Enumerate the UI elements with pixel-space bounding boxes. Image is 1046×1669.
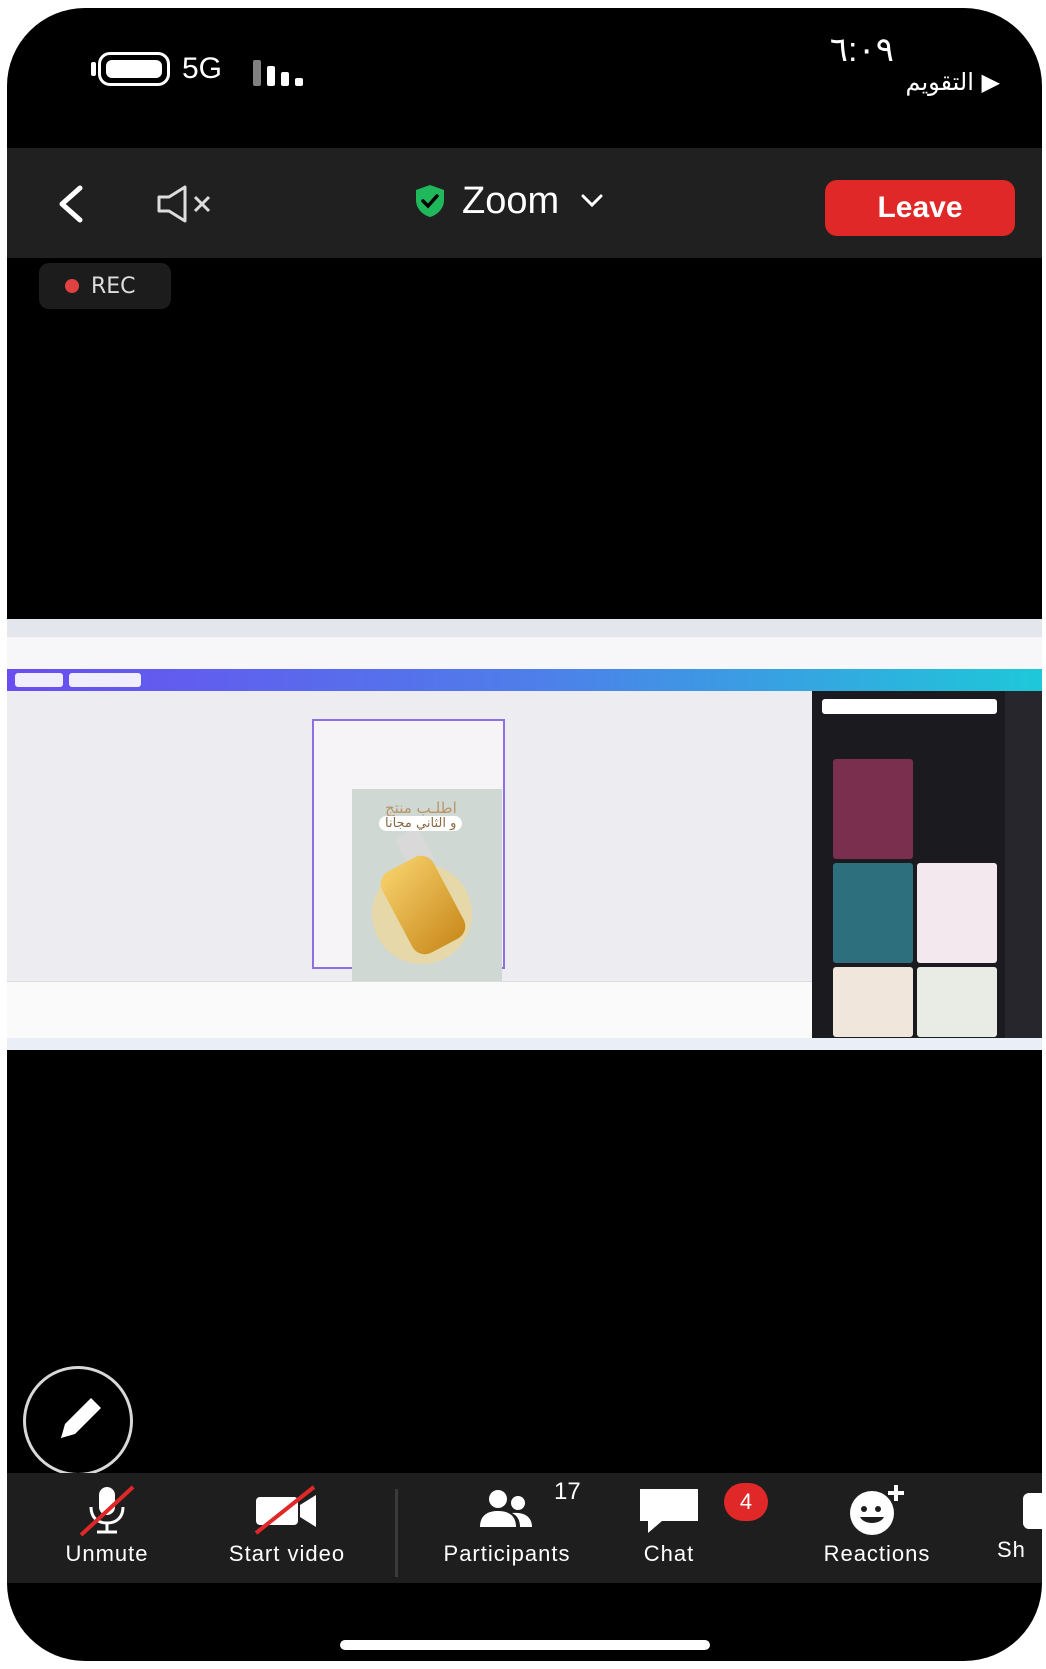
reactions-label: Reactions — [823, 1541, 931, 1566]
leave-button[interactable]: Leave — [825, 180, 1015, 236]
template-thumbnail — [917, 863, 997, 963]
poster-subheadline: و الثاني مجانا — [379, 816, 463, 831]
recording-label: REC — [91, 273, 136, 299]
participants-count: 17 — [554, 1478, 581, 1505]
recording-indicator: REC — [39, 263, 171, 309]
browser-tab-strip — [7, 619, 1042, 638]
battery-tip — [91, 62, 96, 76]
browser-bookmarks-bar — [7, 655, 1042, 670]
reactions-button[interactable]: Reactions — [797, 1483, 957, 1567]
annotate-button[interactable] — [23, 1366, 133, 1476]
network-type: 5G — [182, 52, 223, 85]
status-bar: 5G ٦:٠٩ ▶ التقويم — [7, 8, 1042, 138]
pencil-icon — [61, 1398, 101, 1438]
meeting-title-label: Zoom — [462, 179, 560, 222]
meeting-toolbar: Unmute Start video Participants Chat Rea… — [7, 1473, 1042, 1583]
chat-button[interactable]: Chat — [619, 1483, 719, 1567]
play-arrow-icon: ▶ — [981, 68, 1000, 96]
editor-print-button — [69, 673, 141, 687]
unmute-button[interactable]: Unmute — [47, 1483, 167, 1567]
toolbar-divider — [395, 1489, 398, 1577]
templates-search-box — [822, 699, 997, 714]
start-video-button[interactable]: Start video — [207, 1483, 367, 1567]
browser-address-bar — [7, 637, 1042, 655]
chat-label: Chat — [643, 1541, 695, 1566]
clock: ٦:٠٩ — [829, 31, 894, 69]
template-thumbnail — [833, 863, 913, 963]
shared-screen[interactable]: اطلـب منتج و الثاني مجانا — [7, 619, 1042, 1050]
share-icon — [1023, 1493, 1042, 1529]
template-thumbnail — [833, 967, 913, 1037]
start-video-label: Start video — [228, 1541, 346, 1566]
security-shield-icon — [416, 185, 444, 217]
back-to-app-label: التقويم — [905, 68, 974, 96]
battery-icon — [98, 52, 170, 86]
home-indicator[interactable] — [340, 1640, 710, 1650]
video-off-icon — [254, 1485, 316, 1535]
record-dot-icon — [65, 279, 79, 293]
chat-icon — [640, 1489, 698, 1533]
back-chevron-icon[interactable] — [52, 184, 92, 224]
meeting-title[interactable]: Zoom — [412, 176, 603, 226]
share-label: Sh — [997, 1537, 1026, 1562]
share-button[interactable]: Sh — [997, 1483, 1042, 1563]
zoom-meeting-screen: 5G ٦:٠٩ ▶ التقويم Zoom Leave REC اطلـب م… — [7, 8, 1042, 1661]
chevron-down-icon — [581, 194, 603, 208]
poster-headline: اطلـب منتج — [385, 799, 457, 817]
muted-mic-icon — [79, 1485, 135, 1537]
editor-share-button — [15, 673, 63, 687]
participants-icon — [480, 1490, 532, 1527]
chat-unread-badge: 4 — [724, 1483, 768, 1521]
unmute-label: Unmute — [65, 1541, 149, 1566]
back-to-app[interactable]: ▶ التقويم — [905, 68, 1000, 96]
speaker-muted-icon[interactable] — [155, 184, 219, 224]
os-taskbar — [7, 1038, 1042, 1050]
editor-header — [7, 669, 1042, 691]
template-thumbnail — [833, 759, 913, 859]
signal-icon — [253, 56, 309, 86]
participants-label: Participants — [443, 1541, 571, 1566]
editor-side-rail — [1005, 691, 1042, 1050]
editor-timeline — [7, 981, 812, 1039]
reactions-icon — [850, 1485, 904, 1535]
template-thumbnail — [917, 967, 997, 1037]
meeting-top-bar: Zoom Leave — [7, 148, 1042, 258]
